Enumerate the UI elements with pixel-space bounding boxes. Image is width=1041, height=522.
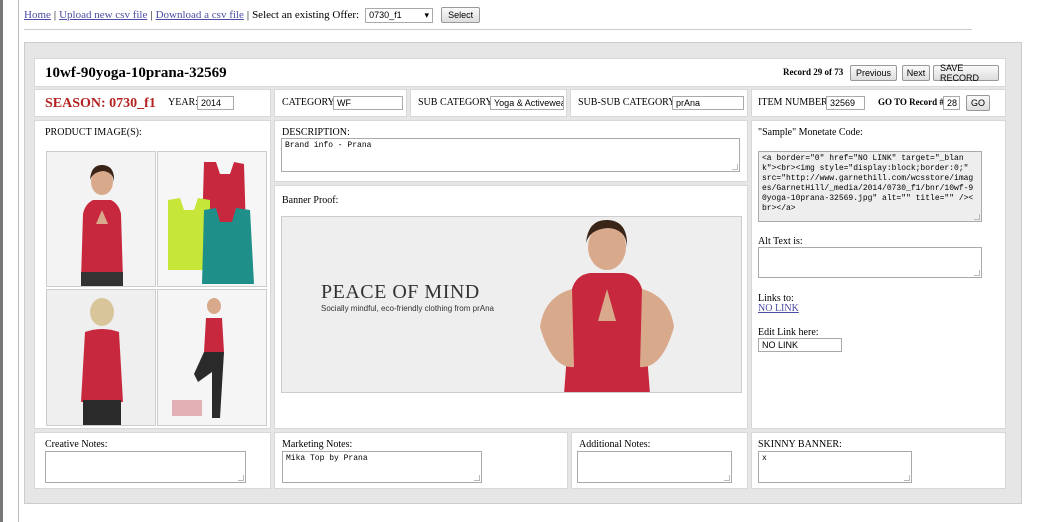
additional-notes-label: Additional Notes: (579, 439, 651, 450)
download-csv-link[interactable]: Download a csv file (156, 9, 244, 21)
previous-button[interactable]: Previous (850, 65, 897, 81)
sub-category-panel: SUB CATEGORY: Yoga & Activewear (410, 89, 567, 117)
product-image-back[interactable] (46, 289, 156, 426)
sub-sub-category-input[interactable]: prAna (672, 96, 744, 110)
description-panel: DESCRIPTION: Brand info - Prana (274, 120, 748, 182)
home-link[interactable]: Home (24, 9, 51, 21)
offer-select-value: 0730_f1 (369, 10, 402, 20)
creative-notes-panel: Creative Notes: (34, 432, 271, 489)
category-label: CATEGORY: (282, 97, 337, 108)
offer-select[interactable]: 0730_f1 ▾ (365, 7, 434, 23)
alt-text-label: Alt Text is: (758, 236, 803, 247)
skinny-banner-panel: SKINNY BANNER: x (751, 432, 1006, 489)
product-images-panel: PRODUCT IMAGE(S): (34, 120, 271, 429)
monetate-label: "Sample" Monetate Code: (758, 127, 863, 138)
window-left-divider (18, 0, 19, 522)
goto-record-label: GO TO Record # (878, 97, 944, 107)
edit-link-label: Edit Link here: (758, 327, 819, 338)
additional-notes-panel: Additional Notes: (571, 432, 748, 489)
offer-select-label: Select an existing Offer: (252, 9, 360, 21)
creative-notes-textarea[interactable] (45, 451, 246, 483)
next-button[interactable]: Next (902, 65, 930, 81)
top-navigation: Home | Upload new csv file | Download a … (24, 6, 481, 24)
season-title: SEASON: 0730_f1 (45, 96, 156, 111)
upload-csv-link[interactable]: Upload new csv file (59, 9, 147, 21)
links-to-link[interactable]: NO LINK (758, 303, 799, 314)
category-input[interactable]: WF (333, 96, 403, 110)
creative-notes-label: Creative Notes: (45, 439, 108, 450)
description-textarea[interactable]: Brand info - Prana (281, 138, 740, 172)
yoga-woman-photo (47, 152, 155, 286)
description-label: DESCRIPTION: (282, 127, 350, 138)
marketing-notes-label: Marketing Notes: (282, 439, 353, 450)
tank-back-photo (47, 290, 155, 425)
tree-pose-photo (158, 290, 266, 425)
record-header: 10wf-90yoga-10prana-32569 Record 29 of 7… (34, 58, 1006, 87)
goto-record-input[interactable]: 28 (943, 96, 960, 110)
monetate-panel: "Sample" Monetate Code: <a border="0" hr… (751, 120, 1006, 429)
marketing-notes-panel: Marketing Notes: Mika Top by Prana (274, 432, 568, 489)
window-left-edge (0, 0, 3, 522)
item-number-label: ITEM NUMBER: (758, 97, 831, 108)
nav-divider (24, 29, 972, 30)
monetate-code-textarea[interactable]: <a border="0" href="NO LINK" target="_bl… (758, 151, 982, 222)
record-title: 10wf-90yoga-10prana-32569 (45, 65, 227, 81)
save-record-button[interactable]: SAVE RECORD (933, 63, 999, 83)
nav-separator: | (53, 9, 57, 21)
go-button[interactable]: GO (966, 95, 990, 111)
product-images-label: PRODUCT IMAGE(S): (45, 127, 142, 138)
season-panel: SEASON: 0730_f1 YEAR: 2014 (34, 89, 271, 117)
sub-category-label: SUB CATEGORY: (418, 97, 495, 108)
sub-sub-category-label: SUB-SUB CATEGORY: (578, 97, 678, 108)
category-panel: CATEGORY: WF (274, 89, 407, 117)
record-editor: 10wf-90yoga-10prana-32569 Record 29 of 7… (24, 42, 1022, 504)
year-input[interactable]: 2014 (197, 96, 234, 110)
banner-proof-panel: Banner Proof: PEACE OF MIND Socially min… (274, 185, 748, 429)
edit-link-input[interactable]: NO LINK (758, 338, 842, 352)
product-image-colors[interactable] (157, 151, 267, 287)
additional-notes-textarea[interactable] (577, 451, 732, 483)
alt-text-textarea[interactable] (758, 247, 982, 278)
marketing-notes-textarea[interactable]: Mika Top by Prana (282, 451, 482, 483)
product-image-pose[interactable] (157, 289, 267, 426)
banner-image: PEACE OF MIND Socially mindful, eco-frie… (281, 216, 742, 393)
nav-separator: | (246, 9, 250, 21)
banner-proof-label: Banner Proof: (282, 195, 339, 206)
sub-category-input[interactable]: Yoga & Activewear (490, 96, 564, 110)
banner-subline: Socially mindful, eco-friendly clothing … (321, 304, 494, 313)
skinny-banner-textarea[interactable]: x (758, 451, 912, 483)
skinny-banner-label: SKINNY BANNER: (758, 439, 842, 450)
item-number-input[interactable]: 32569 (826, 96, 865, 110)
item-number-panel: ITEM NUMBER: 32569 GO TO Record # 28 GO (751, 89, 1006, 117)
sub-sub-category-panel: SUB-SUB CATEGORY: prAna (570, 89, 748, 117)
product-image-front[interactable] (46, 151, 156, 287)
tank-colors-photo (158, 152, 266, 286)
record-position: Record 29 of 73 (783, 67, 844, 77)
banner-headline: PEACE OF MIND (321, 281, 480, 303)
chevron-down-icon: ▾ (424, 9, 430, 20)
year-label: YEAR: (168, 97, 198, 108)
select-offer-button[interactable]: Select (441, 7, 481, 23)
nav-separator: | (150, 9, 153, 21)
